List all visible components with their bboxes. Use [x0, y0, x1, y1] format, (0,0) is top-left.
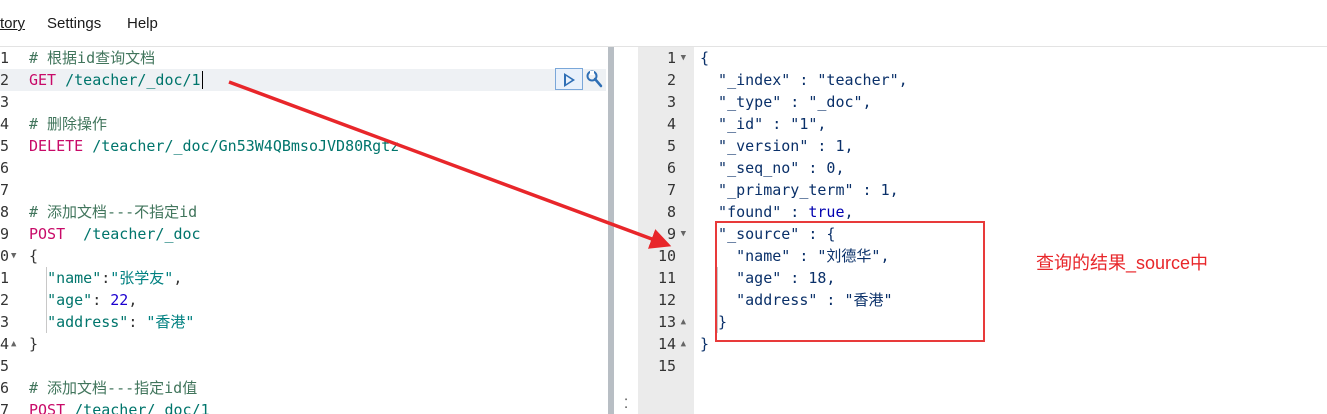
- line-number: 6: [666, 159, 676, 177]
- pane-splitter[interactable]: ⁚: [614, 47, 638, 414]
- response-line: "_index" : "teacher",: [700, 71, 908, 89]
- line-number: 4: [666, 115, 676, 133]
- line-number: 4 ▲: [0, 333, 17, 355]
- annotation-label: 查询的结果_source中: [1036, 253, 1209, 273]
- code-line: POST /teacher/_doc: [29, 225, 201, 243]
- response-line: {: [700, 49, 710, 67]
- line-number: 15: [657, 357, 676, 375]
- source-highlight-box: [715, 221, 985, 342]
- line-number: 1: [0, 269, 10, 287]
- line-number: 2: [0, 291, 10, 309]
- code-line: "name":"张学友",: [47, 269, 183, 287]
- code-line: GET /teacher/_doc/1: [29, 71, 203, 89]
- fold-open-icon[interactable]: ▼: [681, 53, 686, 63]
- line-number: 9: [666, 225, 676, 243]
- code-line: # 添加文档---不指定id: [29, 203, 198, 221]
- fold-close-icon[interactable]: ▲: [681, 317, 686, 327]
- line-number: 5: [0, 357, 10, 375]
- code-line: # 删除操作: [29, 115, 108, 133]
- menu-settings[interactable]: Settings: [47, 15, 101, 32]
- line-number: 12: [657, 291, 676, 309]
- response-line: "_id" : "1",: [700, 115, 827, 133]
- line-number: 3: [666, 93, 676, 111]
- response-line: "found" : true,: [700, 203, 854, 221]
- response-gutter: 1 ▼ 2 3 4 5 6 7 8 9 ▼ 10 11 12 13 ▲ 14 ▲…: [638, 47, 694, 414]
- line-number: 5: [0, 137, 10, 155]
- line-number: 4: [0, 115, 10, 133]
- fold-open-icon[interactable]: ▼: [11, 245, 16, 267]
- line-number: 14: [657, 335, 676, 353]
- line-number: 5: [666, 137, 676, 155]
- response-line: "_version" : 1,: [700, 137, 854, 155]
- line-number: 0 ▼: [0, 245, 17, 267]
- response-line: "_seq_no" : 0,: [700, 159, 845, 177]
- fold-open-icon[interactable]: ▼: [681, 229, 686, 239]
- fold-close-icon[interactable]: ▲: [681, 339, 686, 349]
- play-icon: [564, 73, 575, 87]
- wrench-icon[interactable]: [585, 69, 603, 89]
- run-request-button[interactable]: [555, 68, 583, 90]
- line-number: 13: [657, 313, 676, 331]
- code-line: # 添加文档---指定id值: [29, 379, 198, 397]
- fold-close-icon[interactable]: ▲: [11, 333, 16, 355]
- code-line: DELETE /teacher/_doc/Gn53W4QBmsoJVD80Rgt…: [29, 137, 400, 155]
- line-number: 7: [0, 181, 10, 199]
- line-number: 6: [0, 159, 10, 177]
- line-number: 11: [657, 269, 676, 287]
- request-line-numbers: 1 2 3 4 5 6 7 8 9 0 ▼ 1 2 3 4 ▲ 5 6 7: [0, 47, 17, 414]
- code-line: "address": "香港": [47, 313, 195, 331]
- code-line: "age": 22,: [47, 291, 138, 309]
- line-number: 3: [0, 313, 10, 331]
- line-number: 7: [0, 401, 10, 414]
- line-number: 6: [0, 379, 10, 397]
- response-line: "_primary_term" : 1,: [700, 181, 899, 199]
- line-number: 9: [0, 225, 10, 243]
- code-line: {: [29, 247, 39, 265]
- response-line: [700, 355, 1320, 377]
- line-number: 1: [0, 49, 10, 67]
- code-line: }: [29, 335, 39, 353]
- line-number: 3: [0, 93, 10, 111]
- line-number: 2: [0, 71, 10, 89]
- request-editor[interactable]: 1 2 3 4 5 6 7 8 9 0 ▼ 1 2 3 4 ▲ 5 6 7 # 根据…: [0, 47, 608, 414]
- code-line: POST /teacher/_doc/1: [29, 401, 210, 414]
- line-number: 2: [666, 71, 676, 89]
- line-number: 7: [666, 181, 676, 199]
- menu-bar: tory Settings Help: [0, 0, 1327, 47]
- line-number: 1: [666, 49, 676, 67]
- resize-handle-icon[interactable]: ⁚: [624, 397, 628, 412]
- request-code[interactable]: # 根据id查询文档 GET /teacher/_doc/1 # 删除操作 DE…: [29, 47, 608, 414]
- code-line: # 根据id查询文档: [29, 49, 156, 67]
- line-number: 8: [0, 203, 10, 221]
- response-line: "_type" : "_doc",: [700, 93, 872, 111]
- menu-help[interactable]: Help: [127, 15, 158, 32]
- line-number: 8: [666, 203, 676, 221]
- menu-history[interactable]: tory: [0, 15, 25, 32]
- line-number: 10: [657, 247, 676, 265]
